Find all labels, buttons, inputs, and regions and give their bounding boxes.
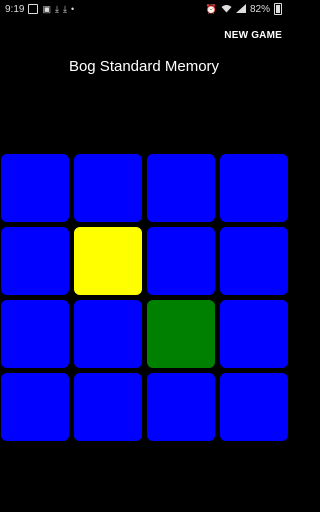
memory-tile[interactable]: [74, 373, 142, 441]
app-screen: 9:19 ▣ ⤓ ⤓ • ⏰ 82% NEW GAME Bog Standard…: [0, 0, 288, 512]
memory-tile[interactable]: [74, 300, 142, 368]
memory-tile[interactable]: [1, 300, 69, 368]
signal-icon: [235, 3, 246, 15]
status-right: ⏰ 82%: [206, 3, 288, 15]
gallery-icon: [28, 4, 39, 14]
alarm-icon: ⏰: [205, 4, 217, 14]
status-bar: 9:19 ▣ ⤓ ⤓ • ⏰ 82%: [0, 0, 288, 18]
memory-tile[interactable]: [220, 300, 288, 368]
battery-icon: [274, 3, 282, 15]
memory-tile[interactable]: [147, 373, 215, 441]
memory-tile[interactable]: [1, 227, 69, 295]
memory-tile[interactable]: [74, 154, 142, 222]
new-game-button[interactable]: NEW GAME: [224, 30, 282, 41]
memory-tile[interactable]: [147, 300, 215, 368]
memory-tile[interactable]: [1, 373, 69, 441]
dot-icon: •: [70, 4, 75, 14]
status-left: 9:19 ▣ ⤓ ⤓ •: [0, 4, 74, 15]
memory-tile[interactable]: [147, 227, 215, 295]
memory-tile[interactable]: [220, 154, 288, 222]
status-time: 9:19: [5, 3, 25, 15]
image-icon: ▣: [42, 4, 51, 14]
memory-tile[interactable]: [220, 227, 288, 295]
memory-tile[interactable]: [147, 154, 215, 222]
battery-percent: 82%: [249, 3, 270, 15]
memory-grid: [1, 154, 288, 441]
wifi-icon: [221, 4, 232, 15]
download-icon: ⤓: [62, 4, 67, 14]
page-title: Bog Standard Memory: [68, 58, 220, 75]
download-icon: ⤓: [54, 4, 59, 14]
memory-tile[interactable]: [220, 373, 288, 441]
memory-tile[interactable]: [74, 227, 142, 295]
memory-tile[interactable]: [1, 154, 69, 222]
